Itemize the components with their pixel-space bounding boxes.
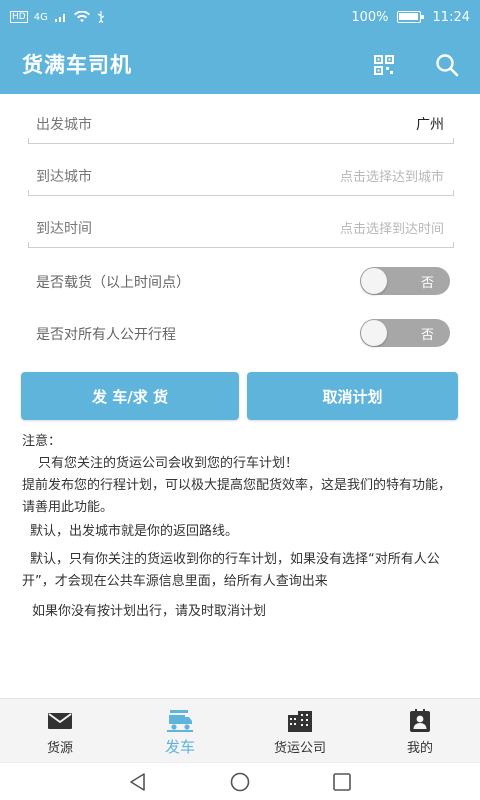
departure-city-value: 广州 — [416, 117, 444, 133]
tab-freight-company[interactable]: 货运公司 — [240, 699, 360, 763]
notice-line: 只有您关注的货运公司会收到您的行车计划！ — [38, 456, 299, 471]
loaded-switch-state: 否 — [420, 276, 434, 291]
contact-card-icon — [410, 709, 430, 732]
public-route-label: 是否对所有人公开行程 — [36, 327, 176, 343]
notice-section: 注意： 只有您关注的货运公司会收到您的行车计划！ 提前发布您的行程计划，可以极大… — [22, 431, 462, 626]
departure-city-field[interactable]: 出发城市 广州 — [28, 96, 454, 144]
battery-percent: 100% — [351, 9, 389, 25]
bottom-tab-bar: 货源 发车 货运公司 我的 — [0, 698, 480, 762]
recents-icon[interactable] — [332, 772, 352, 792]
tab-cargo-source[interactable]: 货源 — [0, 699, 120, 763]
mail-icon — [48, 713, 72, 729]
notice-line: 默认，出发城市就是你的返回路线。 — [30, 524, 239, 539]
tab-dispatch[interactable]: 发车 — [120, 699, 240, 763]
system-nav-bar — [0, 762, 480, 800]
wifi-icon — [73, 11, 90, 22]
public-route-toggle-row: 是否对所有人公开行程 否 — [36, 316, 456, 350]
tab-label: 发车 — [164, 738, 195, 756]
tab-mine[interactable]: 我的 — [360, 699, 480, 763]
arrival-city-field[interactable]: 到达城市 点击选择达到城市 — [28, 148, 454, 196]
qr-scan-icon[interactable] — [374, 55, 394, 75]
loaded-switch[interactable]: 否 — [360, 267, 450, 295]
truck-icon — [167, 710, 193, 732]
status-left: HD 4G — [10, 11, 106, 23]
notice-line: 如果你没有按计划出行，请及时取消计划 — [32, 604, 267, 619]
network-label: 4G — [33, 11, 48, 23]
arrival-time-field[interactable]: 到达时间 点击选择到达时间 — [28, 200, 454, 248]
arrival-time-label: 到达时间 — [36, 221, 92, 237]
search-icon[interactable] — [434, 52, 460, 78]
public-route-switch-state: 否 — [420, 328, 434, 343]
status-right: 100% 11:24 — [351, 10, 470, 25]
notice-heading: 注意： — [22, 434, 62, 449]
signal-icon — [54, 14, 65, 22]
status-bar: HD 4G 100% 11:24 — [0, 0, 480, 34]
public-route-switch[interactable]: 否 — [360, 319, 450, 347]
notice-line: 提前发布您的行程计划，可以极大提高您配货效率，这是我们的特有功能，请善用此功能。 — [22, 478, 452, 515]
switch-knob — [361, 320, 387, 346]
building-icon — [288, 711, 312, 732]
loaded-label: 是否载货（以上时间点） — [36, 275, 190, 291]
cancel-plan-button[interactable]: 取消计划 — [247, 372, 458, 420]
arrival-city-label: 到达城市 — [36, 169, 92, 185]
home-icon[interactable] — [230, 772, 250, 792]
tab-label: 货运公司 — [273, 741, 326, 756]
battery-icon — [396, 11, 424, 23]
notice-line: 默认，只有你关注的货运收到你的行车计划，如果没有选择“对所有人公开”，才会现在公… — [22, 552, 440, 589]
back-icon[interactable] — [128, 772, 148, 792]
app-bar: 货满车司机 — [0, 34, 480, 94]
tab-label: 我的 — [406, 741, 433, 756]
clock: 11:24 — [432, 9, 470, 25]
usb-icon — [97, 11, 105, 23]
submit-trip-button[interactable]: 发 车/求 货 — [21, 372, 239, 420]
arrival-city-placeholder: 点击选择达到城市 — [339, 170, 444, 185]
hd-badge: HD — [10, 11, 28, 23]
loaded-toggle-row: 是否载货（以上时间点） 否 — [36, 264, 456, 298]
departure-city-label: 出发城市 — [36, 117, 92, 133]
tab-label: 货源 — [46, 741, 73, 756]
switch-knob — [361, 268, 387, 294]
arrival-time-placeholder: 点击选择到达时间 — [339, 222, 444, 237]
app-title: 货满车司机 — [22, 53, 132, 77]
